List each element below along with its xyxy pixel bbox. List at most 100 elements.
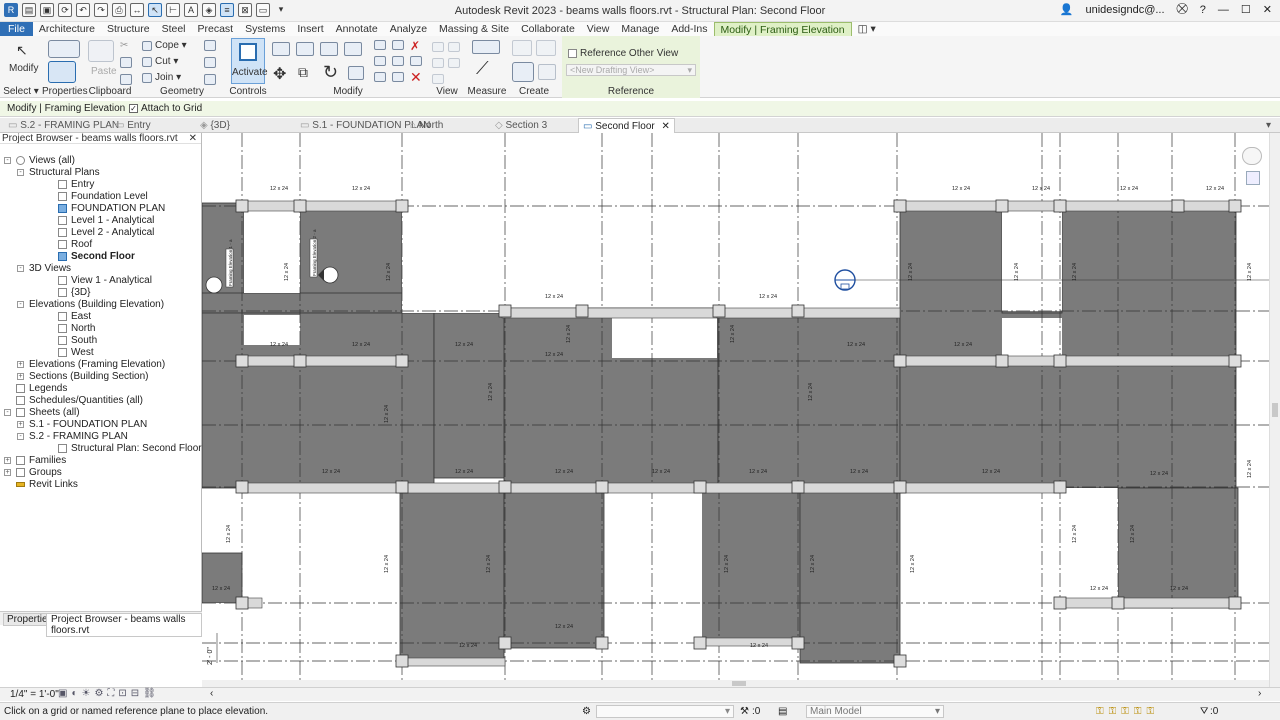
join-icon[interactable] [142, 73, 152, 83]
linework-icon[interactable] [432, 58, 444, 68]
browser-node[interactable]: Structural Plan: Second Floor [71, 443, 202, 455]
join-dropdown[interactable]: Join ▾ [155, 72, 181, 83]
selection-toggle-icons[interactable]: ⚿⚿⚿⚿⚿ [1096, 703, 1159, 720]
vertical-scrollbar[interactable] [1269, 133, 1280, 687]
cart-icon[interactable]: ⛒ [1177, 3, 1188, 16]
tree-toggle-icon[interactable]: + [17, 421, 24, 428]
browser-node[interactable]: Sections (Building Section) [29, 371, 149, 383]
tree-toggle-icon[interactable]: + [4, 469, 11, 476]
minimize-icon[interactable]: — [1218, 4, 1229, 16]
browser-node[interactable]: FOUNDATION PLAN [71, 203, 165, 215]
drafting-view-select[interactable]: <New Drafting View> ▾ [566, 64, 696, 76]
drawing-canvas[interactable]: 12 x 24 12 x 24 12 x 24 12 x 24 12 x 24 12 x … [202, 133, 1270, 680]
design-option-select[interactable]: Main Model ▾ [806, 705, 944, 718]
browser-node[interactable]: East [71, 311, 91, 323]
paint-icon[interactable] [204, 57, 216, 68]
menu-precast[interactable]: Precast [192, 22, 240, 36]
browser-node[interactable]: Views (all) [29, 155, 75, 167]
browser-node[interactable]: Elevations (Framing Elevation) [29, 359, 165, 371]
menu-annotate[interactable]: Annotate [330, 22, 384, 36]
editable-only-icon[interactable]: ⚒ [740, 703, 749, 720]
scale-icon[interactable] [392, 56, 404, 66]
copy-tool-icon[interactable]: ⧉ [298, 64, 308, 81]
horizontal-scrollbar[interactable] [202, 680, 1269, 687]
horizontal-scroll-thumb[interactable] [732, 681, 746, 686]
menu-structure[interactable]: Structure [101, 22, 156, 36]
unpin-icon[interactable]: ✗ [410, 40, 420, 52]
trim-icon[interactable] [348, 66, 364, 80]
mirror-axis-icon[interactable] [320, 42, 338, 56]
tree-toggle-icon[interactable]: - [4, 409, 11, 416]
browser-node[interactable]: Level 2 - Analytical [71, 227, 154, 239]
revit-logo-icon[interactable]: R [4, 3, 18, 17]
cut-icon[interactable]: ✂ [120, 40, 132, 51]
view-hide-icon[interactable] [432, 74, 444, 84]
redo-icon[interactable]: ↷ [94, 3, 108, 17]
trim-multiple-icon[interactable] [392, 72, 404, 82]
print-icon[interactable]: ⎙ [112, 3, 126, 17]
move-icon[interactable]: ✥ [273, 64, 286, 84]
close-hidden-icon[interactable]: ⊠ [238, 3, 252, 17]
modify-arrow-icon[interactable]: ↖ [16, 42, 28, 59]
save-icon[interactable]: ▣ [40, 3, 54, 17]
menu-massing-site[interactable]: Massing & Site [433, 22, 515, 36]
view-control-icons[interactable]: ▣◐☀⚙⛶⊡⊟⛓ [58, 688, 160, 699]
browser-node[interactable]: S.1 - FOUNDATION PLAN [29, 419, 147, 431]
tree-toggle-icon[interactable]: - [17, 169, 24, 176]
copy-icon[interactable] [120, 57, 132, 68]
browser-node[interactable]: West [71, 347, 94, 359]
vertical-scroll-thumb[interactable] [1272, 403, 1278, 417]
cut-geometry-icon[interactable] [142, 57, 152, 67]
menu-architecture[interactable]: Architecture [33, 22, 101, 36]
activate-button[interactable]: Activate [231, 38, 268, 84]
structural-plan[interactable]: 12 x 24 12 x 24 12 x 24 12 x 24 12 x 24 12 x … [202, 133, 1270, 680]
menu-manage[interactable]: Manage [615, 22, 665, 36]
browser-node[interactable]: Entry [71, 179, 94, 191]
zoom-region-icon[interactable] [1246, 171, 1260, 185]
extend-icon[interactable] [374, 72, 386, 82]
browser-node[interactable]: Roof [71, 239, 92, 251]
customize-qat-icon[interactable]: ▾ [274, 3, 288, 17]
close-browser-icon[interactable]: ✕ [189, 133, 197, 144]
thin-lines-icon[interactable]: ≡ [220, 3, 234, 17]
3d-view-icon[interactable]: ◈ [202, 3, 216, 17]
user-name[interactable]: unidesigndc@... [1086, 4, 1165, 16]
view-filter-icon[interactable] [448, 58, 460, 68]
pin-icon[interactable] [410, 56, 422, 66]
browser-node[interactable]: South [71, 335, 97, 347]
browser-node[interactable]: Elevations (Building Elevation) [29, 299, 164, 311]
tab-second-floor[interactable]: ▭ Second Floor ✕ [578, 118, 675, 133]
browser-node[interactable]: Sheets (all) [29, 407, 80, 419]
align-icon[interactable]: ⊢ [166, 3, 180, 17]
open-icon[interactable]: ▤ [22, 3, 36, 17]
align-tool-icon[interactable] [272, 42, 290, 56]
cut-dropdown[interactable]: Cut ▾ [155, 56, 178, 67]
tree-toggle-icon[interactable]: + [17, 361, 24, 368]
help-icon[interactable]: ? [1200, 4, 1206, 16]
tab-north[interactable]: ⌂ North [410, 118, 443, 133]
cope-icon[interactable] [142, 41, 152, 51]
browser-node[interactable]: 3D Views [29, 263, 71, 275]
scroll-left-icon[interactable]: ‹ [210, 688, 213, 699]
split-gap-icon[interactable] [392, 40, 404, 50]
workset-select[interactable]: ▾ [596, 705, 734, 718]
measure-between-icon[interactable] [472, 40, 500, 54]
worksharing-icon[interactable]: ⚙ [582, 703, 591, 720]
view-scale[interactable]: 1/4" = 1'-0" [10, 689, 59, 700]
menu-steel[interactable]: Steel [156, 22, 192, 36]
tab-overflow-icon[interactable]: ▾ [1266, 118, 1271, 133]
maximize-icon[interactable]: ☐ [1241, 3, 1251, 16]
browser-node[interactable]: View 1 - Analytical [71, 275, 152, 287]
project-browser-tab[interactable]: Project Browser - beams walls floors.rvt [46, 613, 202, 637]
paste-icon[interactable] [88, 40, 114, 62]
mirror-draw-icon[interactable] [344, 42, 362, 56]
tab-3d[interactable]: ◈ {3D} [200, 118, 230, 133]
menu-add-ins[interactable]: Add-Ins [665, 22, 713, 36]
browser-node[interactable]: Structural Plans [29, 167, 100, 179]
offset-icon[interactable] [296, 42, 314, 56]
wall-joins-icon[interactable] [204, 74, 216, 85]
browser-node[interactable]: Legends [29, 383, 67, 395]
sync-icon[interactable]: ⟳ [58, 3, 72, 17]
steering-wheel-icon[interactable] [1242, 147, 1262, 165]
text-icon[interactable]: A [184, 3, 198, 17]
